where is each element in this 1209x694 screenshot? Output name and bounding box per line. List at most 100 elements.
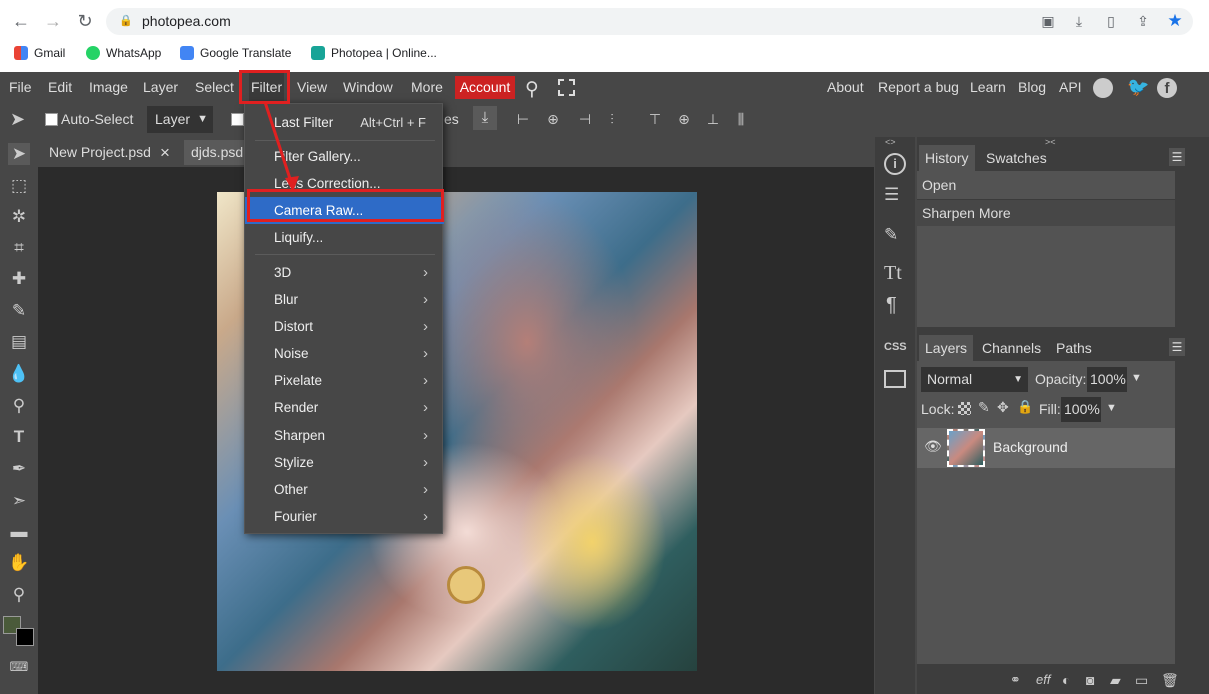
magic-wand-tool[interactable]: ✲ [8, 206, 30, 228]
screenshot-icon[interactable]: ▣ [1039, 12, 1057, 30]
pen-tool[interactable]: ✒ [8, 458, 30, 480]
fullscreen-icon[interactable] [558, 79, 575, 96]
menu-layer[interactable]: Layer [143, 72, 178, 103]
blend-mode-select[interactable]: Normal ▼ [921, 367, 1028, 392]
align-center-icon[interactable]: ⊕ [544, 110, 562, 128]
link-learn[interactable]: Learn [970, 72, 1006, 103]
lock-move-icon[interactable]: ✥ [997, 399, 1009, 416]
marquee-tool[interactable]: ⬚ [8, 175, 30, 197]
lock-all-icon[interactable]: 🔒 [1017, 399, 1033, 415]
twitter-icon[interactable]: 🐦 [1127, 77, 1149, 98]
menu-item-sharpen[interactable]: Sharpen › [245, 422, 444, 449]
align-right-icon[interactable]: ⊣ [576, 110, 594, 128]
share-icon[interactable]: ⇪ [1134, 12, 1152, 30]
menu-more[interactable]: More [411, 72, 443, 103]
brush-icon[interactable]: ✎ [884, 225, 898, 245]
menu-edit[interactable]: Edit [48, 72, 72, 103]
transform-checkbox[interactable] [231, 113, 244, 126]
account-button[interactable]: Account [455, 76, 515, 99]
fill-input[interactable]: 100% [1061, 397, 1101, 422]
menu-item-pixelate[interactable]: Pixelate › [245, 367, 444, 394]
close-icon[interactable]: × [160, 140, 170, 165]
effects-icon[interactable]: eff [1036, 672, 1050, 687]
zoom-tool[interactable]: ⚲ [8, 584, 30, 606]
move-tool[interactable]: ➤ [8, 143, 30, 165]
facebook-icon[interactable]: f [1157, 78, 1177, 98]
menu-item-stylize[interactable]: Stylize › [245, 449, 444, 476]
text-icon[interactable]: Tt [884, 262, 902, 285]
menu-item-distort[interactable]: Distort › [245, 313, 444, 340]
menu-file[interactable]: File [9, 72, 32, 103]
layers-menu-icon[interactable]: ☰ [1169, 338, 1185, 356]
address-bar[interactable] [106, 8, 1193, 35]
css-icon[interactable]: CSS [884, 341, 907, 353]
background-color[interactable] [16, 628, 34, 646]
opacity-dropdown-icon[interactable]: ▼ [1131, 372, 1142, 384]
crop-tool[interactable]: ⌗ [8, 237, 30, 259]
collapse-icon[interactable]: <> [885, 137, 896, 147]
tab-new-project[interactable]: New Project.psd × [41, 140, 181, 165]
hand-tool[interactable]: ✋ [8, 552, 30, 574]
layer-row[interactable]: 👁 Background [917, 428, 1175, 468]
align-middle-icon[interactable]: ⊕ [675, 110, 693, 128]
distribute-v-icon[interactable]: ⫼ [731, 110, 751, 128]
sliders-icon[interactable]: ☰ [884, 185, 899, 205]
dodge-tool[interactable]: ⚲ [8, 395, 30, 417]
align-bottom-icon[interactable]: ⊥ [704, 110, 722, 128]
info-icon[interactable]: i [884, 153, 906, 175]
menu-item-other[interactable]: Other › [245, 476, 444, 503]
reload-icon[interactable]: ↻ [74, 10, 96, 32]
shape-tool[interactable]: ▬ [8, 521, 30, 543]
image-icon[interactable] [884, 370, 906, 388]
healing-tool[interactable]: ✚ [8, 268, 30, 290]
install-icon[interactable]: ⤓ [1070, 12, 1088, 30]
search-icon[interactable]: ⚲ [525, 78, 539, 101]
auto-select-checkbox[interactable] [45, 113, 58, 126]
align-top-icon[interactable]: ⊤ [646, 110, 664, 128]
bookmark-google-translate[interactable]: Google Translate [180, 45, 291, 61]
bookmark-whatsapp[interactable]: WhatsApp [86, 45, 161, 61]
move-tool-icon[interactable]: ➤ [10, 109, 25, 130]
menu-item-fourier[interactable]: Fourier › [245, 503, 444, 530]
tab-swatches[interactable]: Swatches [980, 145, 1053, 171]
tab-channels[interactable]: Channels [976, 335, 1047, 361]
tab-history[interactable]: History [919, 145, 975, 171]
adjustment-icon[interactable]: ◐ [1062, 672, 1070, 688]
path-select-tool[interactable]: ➣ [8, 490, 30, 512]
link-api[interactable]: API [1059, 72, 1082, 103]
tab-djds[interactable]: djds.psd [184, 140, 246, 165]
link-report-bug[interactable]: Report a bug [878, 72, 959, 103]
menu-item-noise[interactable]: Noise › [245, 340, 444, 367]
layer-select[interactable]: Layer ▼ [147, 106, 213, 133]
menu-item-render[interactable]: Render › [245, 394, 444, 421]
lock-transparency-icon[interactable] [958, 402, 971, 415]
forward-icon[interactable]: → [42, 10, 64, 32]
menu-image[interactable]: Image [89, 72, 128, 103]
back-icon[interactable]: ← [10, 10, 32, 32]
url-text[interactable]: photopea.com [142, 13, 231, 29]
opacity-input[interactable]: 100% [1087, 367, 1127, 392]
history-entry[interactable]: Sharpen More [917, 199, 1175, 226]
tab-paths[interactable]: Paths [1050, 335, 1098, 361]
blur-tool[interactable]: 💧 [8, 363, 30, 385]
menu-select[interactable]: Select [195, 72, 234, 103]
reddit-icon[interactable] [1093, 78, 1113, 98]
menu-item-liquify[interactable]: Liquify... [245, 224, 444, 251]
paragraph-icon[interactable]: ¶ [886, 294, 897, 317]
layer-name[interactable]: Background [993, 439, 1068, 455]
link-layers-icon[interactable]: ⚭ [1010, 672, 1021, 688]
mask-icon[interactable]: ◙ [1086, 672, 1094, 688]
lock-paint-icon[interactable]: ✎ [978, 399, 990, 416]
menu-window[interactable]: Window [343, 72, 393, 103]
download-icon[interactable]: ⤓ [473, 106, 497, 130]
distribute-h-icon[interactable]: ⫶ [603, 110, 621, 128]
page-icon[interactable]: ▯ [1102, 12, 1120, 30]
link-about[interactable]: About [827, 72, 864, 103]
brush-tool[interactable]: ✎ [8, 300, 30, 322]
new-layer-icon[interactable]: ▭ [1135, 672, 1148, 689]
tab-layers[interactable]: Layers [919, 335, 974, 361]
trash-icon[interactable]: 🗑 [1161, 672, 1179, 689]
type-tool[interactable]: T [8, 426, 30, 448]
bookmark-photopea[interactable]: Photopea | Online... [311, 45, 437, 61]
folder-icon[interactable]: ▰ [1110, 672, 1121, 689]
